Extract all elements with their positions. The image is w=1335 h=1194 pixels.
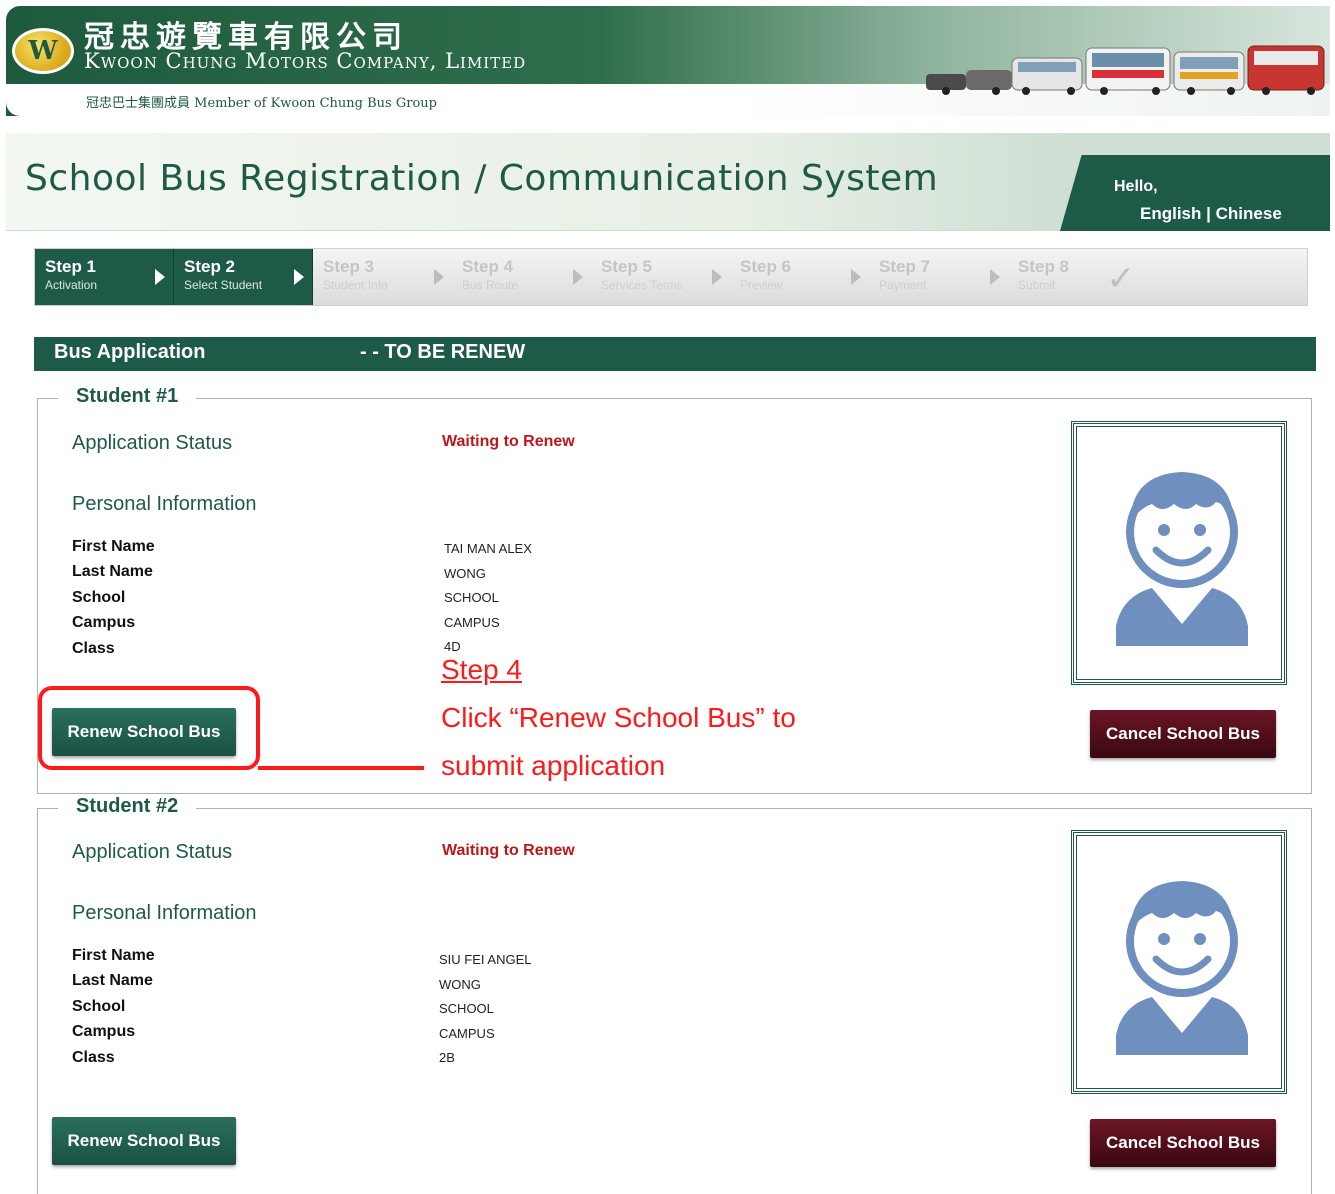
student-photo-placeholder xyxy=(1071,421,1287,685)
step-title: Step 1 xyxy=(45,257,97,276)
step-6: Step 6 Preview xyxy=(730,249,869,305)
checkmark-icon: ✓ xyxy=(1106,259,1136,299)
step-subtitle: Services Terms xyxy=(601,278,683,292)
step-subtitle: Activation xyxy=(45,278,98,292)
lang-chinese-link[interactable]: Chinese xyxy=(1216,204,1282,223)
last-name-value: WONG xyxy=(439,977,481,992)
campus-value: CAMPUS xyxy=(439,1026,495,1041)
company-logo: W xyxy=(12,28,74,74)
student-legend: Student #2 xyxy=(58,795,197,818)
step-2[interactable]: Step 2 Select Student xyxy=(174,249,313,305)
school-label: School xyxy=(72,998,126,1015)
language-switcher: English | Chinese xyxy=(1140,204,1282,224)
last-name-label: Last Name xyxy=(72,972,153,989)
step-subtitle: Payment xyxy=(879,278,927,292)
bus-fleet-illustration xyxy=(926,45,1325,95)
annotation-instruction-line1: Click “Renew School Bus” to xyxy=(441,702,796,733)
first-name-value: SIU FEI ANGEL xyxy=(439,952,532,967)
step-arrow-icon xyxy=(294,269,304,285)
step-arrow-icon xyxy=(712,269,722,285)
step-title: Step 3 xyxy=(323,257,375,276)
page-title: School Bus Registration / Communication … xyxy=(25,158,939,199)
application-status-label: Application Status xyxy=(72,432,233,454)
last-name-label: Last Name xyxy=(72,563,153,580)
greeting: Hello, xyxy=(1114,178,1158,195)
step-arrow-icon xyxy=(573,269,583,285)
lang-separator: | xyxy=(1206,204,1211,223)
step-title: Step 7 xyxy=(879,257,931,276)
school-label: School xyxy=(72,589,126,606)
annotation-connector-line xyxy=(258,766,424,770)
step-4: Step 4 Bus Route xyxy=(452,249,591,305)
cancel-school-bus-button[interactable]: Cancel School Bus xyxy=(1090,710,1276,758)
group-member-line: 冠忠巴士集團成員 Member of Kwoon Chung Bus Group xyxy=(86,96,437,111)
step-arrow-icon xyxy=(155,269,165,285)
step-title: Step 5 xyxy=(601,257,653,276)
campus-value: CAMPUS xyxy=(444,615,500,630)
step-3: Step 3 Student Info xyxy=(313,249,452,305)
step-subtitle: Preview xyxy=(740,278,783,292)
cancel-school-bus-button[interactable]: Cancel School Bus xyxy=(1090,1119,1276,1167)
first-name-value: TAI MAN ALEX xyxy=(444,541,532,556)
first-name-label: First Name xyxy=(72,538,155,555)
class-label: Class xyxy=(72,640,115,657)
section-status: - - TO BE RENEW xyxy=(360,341,526,363)
first-name-label: First Name xyxy=(72,947,155,964)
step-7: Step 7 Payment xyxy=(869,249,1008,305)
step-subtitle: Select Student xyxy=(184,278,263,292)
campus-label: Campus xyxy=(72,614,136,631)
campus-label: Campus xyxy=(72,1023,136,1040)
section-title: Bus Application xyxy=(54,341,206,363)
personal-information-heading: Personal Information xyxy=(72,902,257,924)
step-1[interactable]: Step 1 Activation xyxy=(35,249,174,305)
class-label: Class xyxy=(72,1049,115,1066)
step-subtitle: Student Info xyxy=(323,278,388,292)
renew-school-bus-button[interactable]: Renew School Bus xyxy=(52,1117,236,1165)
step-5: Step 5 Services Terms xyxy=(591,249,730,305)
school-value: SCHOOL xyxy=(444,590,499,605)
step-title: Step 4 xyxy=(462,257,514,276)
class-value: 2B xyxy=(439,1050,455,1065)
step-arrow-icon xyxy=(990,269,1000,285)
company-name-english: Kwoon Chung Motors Company, Limited xyxy=(84,49,527,73)
step-title: Step 6 xyxy=(740,257,792,276)
step-title: Step 2 xyxy=(184,257,236,276)
personal-information-heading: Personal Information xyxy=(72,493,257,515)
step-8: Step 8 Submit ✓ xyxy=(1008,249,1147,305)
step-arrow-icon xyxy=(434,269,444,285)
user-avatar-icon xyxy=(1116,472,1248,646)
section-header-bar xyxy=(34,337,1316,371)
user-avatar-icon xyxy=(1116,881,1248,1055)
lang-english-link[interactable]: English xyxy=(1140,204,1201,223)
step-arrow-icon xyxy=(851,269,861,285)
class-value: 4D xyxy=(444,639,461,654)
annotation-step-label: Step 4 xyxy=(441,654,522,685)
steps-bar: Step 1 Activation Step 2 Select Student … xyxy=(34,248,1308,306)
step-subtitle: Bus Route xyxy=(462,278,519,292)
application-status-value: Waiting to Renew xyxy=(442,842,575,859)
student-legend: Student #1 xyxy=(58,385,197,408)
application-status-value: Waiting to Renew xyxy=(442,433,575,450)
annotation-instruction-line2: submit application xyxy=(441,750,666,781)
student-photo-placeholder xyxy=(1071,830,1287,1094)
annotation-highlight-box xyxy=(38,686,260,770)
last-name-value: WONG xyxy=(444,566,486,581)
school-value: SCHOOL xyxy=(439,1001,494,1016)
application-status-label: Application Status xyxy=(72,841,233,863)
